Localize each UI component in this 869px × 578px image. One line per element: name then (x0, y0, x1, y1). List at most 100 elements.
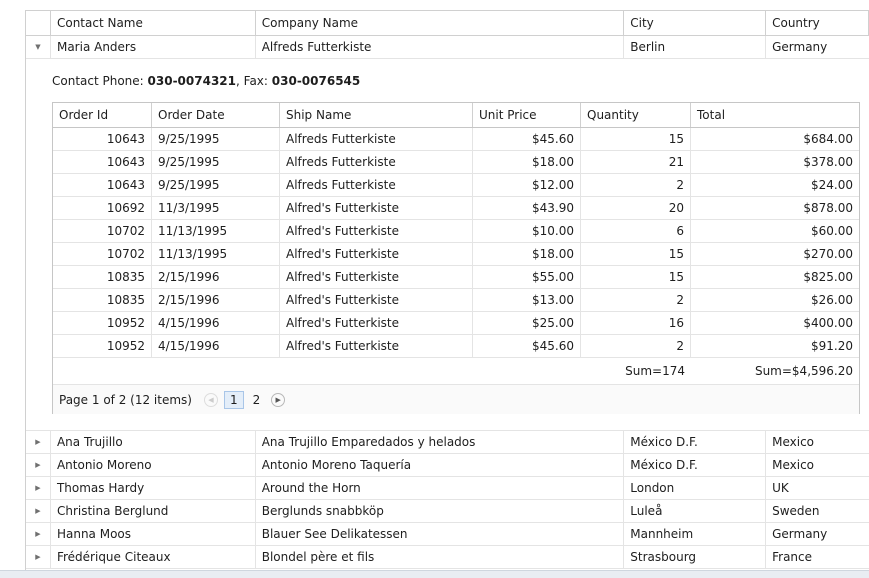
table-row[interactable]: ▶ Hanna Moos Blauer See Delikatessen Mannhe… (26, 523, 869, 546)
header-order-id[interactable]: Order Id (53, 103, 152, 127)
cell-city: Mannheim (624, 523, 767, 545)
contact-info-line: Contact Phone: 030-0074321, Fax: 030-007… (52, 74, 360, 88)
order-row[interactable]: 10643 9/25/1995 Alfreds Futterkiste $12.00 2… (53, 174, 859, 197)
prev-page-icon[interactable]: ◀ (203, 392, 218, 407)
cell-company: Around the Horn (256, 477, 625, 499)
cell-company: Ana Trujillo Emparedados y helados (256, 431, 625, 453)
cell-city: Luleå (624, 500, 767, 522)
order-date-cell: 9/25/1995 (152, 151, 280, 173)
ship-name-cell: Alfred's Futterkiste (280, 312, 473, 334)
header-city[interactable]: City (624, 11, 767, 35)
expand-arrow-icon[interactable]: ▶ (26, 454, 51, 476)
cell-company: Blauer See Delikatessen (256, 523, 625, 545)
unit-price-cell: $43.90 (473, 197, 581, 219)
cell-company: Blondel père et fils (256, 546, 625, 568)
quantity-cell: 20 (581, 197, 691, 219)
cell-country: France (772, 550, 813, 564)
sum-quantity: Sum=174 (625, 364, 685, 378)
cell-country: Sweden (772, 504, 820, 518)
table-row[interactable]: ▶ Thomas Hardy Around the Horn London UK (26, 477, 869, 500)
order-row[interactable]: 10835 2/15/1996 Alfred's Futterkiste $55.00… (53, 266, 859, 289)
order-id-cell: 10643 (53, 151, 152, 173)
expand-arrow-icon[interactable]: ▶ (26, 431, 51, 453)
cell-country: UK (772, 481, 789, 495)
expand-arrow-icon[interactable]: ▶ (26, 546, 51, 568)
page-button-1[interactable]: 1 (223, 390, 244, 409)
quantity-cell: 15 (581, 128, 691, 150)
cell-city: México D.F. (624, 454, 767, 476)
sum-total: Sum=$4,596.20 (754, 364, 853, 378)
header-order-date[interactable]: Order Date (152, 103, 280, 127)
order-date-cell: 2/15/1996 (152, 266, 280, 288)
cell-country: Mexico (772, 458, 815, 472)
order-date-cell: 11/3/1995 (152, 197, 280, 219)
fax-label: , Fax: (236, 74, 272, 88)
unit-price-cell: $45.60 (473, 335, 581, 357)
pager-info: Page 1 of 2 (12 items) (59, 392, 192, 407)
next-page-icon[interactable]: ▶ (271, 392, 286, 407)
orders-summary-row: Sum=174 Sum=$4,596.20 (53, 358, 859, 385)
table-row[interactable]: ▶ Frédérique Citeaux Blondel père et fils S… (26, 546, 869, 569)
order-row[interactable]: 10952 4/15/1996 Alfred's Futterkiste $45.60… (53, 335, 859, 358)
table-row[interactable]: ▶ Christina Berglund Berglunds snabbköp Lul… (26, 500, 869, 523)
order-id-cell: 10952 (53, 335, 152, 357)
header-total[interactable]: Total (691, 103, 859, 127)
order-row[interactable]: 10643 9/25/1995 Alfreds Futterkiste $45.60 1… (53, 128, 859, 151)
unit-price-cell: $18.00 (473, 243, 581, 265)
order-row[interactable]: 10702 11/13/1995 Alfred's Futterkiste $18.0… (53, 243, 859, 266)
order-date-cell: 4/15/1996 (152, 312, 280, 334)
page-button-2[interactable]: 2 (248, 392, 266, 408)
cell-company: Berglunds snabbköp (256, 500, 625, 522)
unit-price-cell: $12.00 (473, 174, 581, 196)
table-row[interactable]: ▶ Ana Trujillo Ana Trujillo Emparedados y … (26, 431, 869, 454)
header-company-name[interactable]: Company Name (256, 11, 625, 35)
unit-price-cell: $25.00 (473, 312, 581, 334)
order-date-cell: 4/15/1996 (152, 335, 280, 357)
cell-country: Germany (772, 40, 828, 54)
quantity-cell: 15 (581, 243, 691, 265)
ship-name-cell: Alfred's Futterkiste (280, 220, 473, 242)
cell-contact: Ana Trujillo (51, 431, 256, 453)
header-contact-name[interactable]: Contact Name (51, 11, 256, 35)
header-country[interactable]: Country (766, 11, 869, 35)
status-strip (0, 570, 869, 578)
phone-value: 030-0074321 (147, 74, 237, 88)
header-ship-name[interactable]: Ship Name (280, 103, 473, 127)
total-cell: $270.00 (803, 247, 853, 261)
cell-city: México D.F. (624, 431, 767, 453)
orders-grid: Order Id Order Date Ship Name Unit Price… (52, 102, 860, 414)
collapse-arrow-icon[interactable]: ▼ (26, 36, 51, 58)
summary-spacer (53, 358, 481, 384)
total-cell: $400.00 (803, 316, 853, 330)
header-quantity[interactable]: Quantity (581, 103, 691, 127)
table-row-expanded[interactable]: ▼ Maria Anders Alfreds Futterkiste Berli… (26, 36, 869, 59)
header-unit-price[interactable]: Unit Price (473, 103, 581, 127)
total-cell: $825.00 (803, 270, 853, 284)
order-id-cell: 10835 (53, 266, 152, 288)
unit-price-cell: $55.00 (473, 266, 581, 288)
detail-panel: Contact Phone: 030-0074321, Fax: 030-007… (26, 59, 869, 431)
order-row[interactable]: 10643 9/25/1995 Alfreds Futterkiste $18.00 2… (53, 151, 859, 174)
table-row[interactable]: ▶ Antonio Moreno Antonio Moreno Taquería Mé… (26, 454, 869, 477)
cell-city: Berlin (624, 36, 767, 58)
order-row[interactable]: 10702 11/13/1995 Alfred's Futterkiste $10.0… (53, 220, 859, 243)
order-row[interactable]: 10835 2/15/1996 Alfred's Futterkiste $13.00… (53, 289, 859, 312)
total-cell: $378.00 (803, 155, 853, 169)
order-row[interactable]: 10952 4/15/1996 Alfred's Futterkiste $25.00… (53, 312, 859, 335)
expand-arrow-icon[interactable]: ▶ (26, 500, 51, 522)
total-cell: $24.00 (811, 178, 853, 192)
order-id-cell: 10702 (53, 243, 152, 265)
expand-arrow-icon[interactable]: ▶ (26, 477, 51, 499)
quantity-cell: 21 (581, 151, 691, 173)
header-expander-cell (26, 11, 51, 35)
ship-name-cell: Alfred's Futterkiste (280, 266, 473, 288)
order-id-cell: 10643 (53, 174, 152, 196)
order-id-cell: 10692 (53, 197, 152, 219)
quantity-cell: 15 (581, 266, 691, 288)
cell-city: London (624, 477, 767, 499)
cell-contact: Hanna Moos (51, 523, 256, 545)
fax-value: 030-0076545 (271, 74, 361, 88)
order-row[interactable]: 10692 11/3/1995 Alfred's Futterkiste $43.90… (53, 197, 859, 220)
expand-arrow-icon[interactable]: ▶ (26, 523, 51, 545)
cell-contact: Christina Berglund (51, 500, 256, 522)
